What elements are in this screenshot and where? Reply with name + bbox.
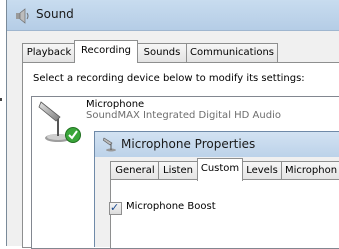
instruction-text: Select a recording device below to modif… (33, 73, 305, 84)
dialog-title: Microphone Properties (121, 137, 256, 151)
microphone-icon (38, 98, 84, 148)
device-name: Microphone (86, 99, 145, 110)
tab-microphone[interactable]: Microphon (281, 161, 339, 179)
microphone-boost-checkbox[interactable]: ✓ (109, 201, 122, 215)
dialog-titlebar[interactable]: Microphone Properties (95, 132, 339, 157)
microphone-boost-label[interactable]: Microphone Boost (126, 201, 216, 212)
sound-titlebar[interactable]: Sound (7, 0, 339, 31)
tab-recording[interactable]: Recording (74, 40, 138, 63)
tab-sounds[interactable]: Sounds (137, 43, 187, 62)
custom-panel (110, 179, 339, 248)
device-description: SoundMAX Integrated Digital HD Audio (86, 110, 281, 121)
window-title: Sound (36, 7, 74, 21)
checkmark-icon: ✓ (110, 201, 120, 214)
tab-listen[interactable]: Listen (158, 161, 198, 180)
microphone-icon (102, 137, 117, 152)
microphone-properties-dialog: Microphone Properties General Listen Cus… (94, 131, 339, 248)
tab-levels[interactable]: Levels (242, 161, 282, 180)
tab-general[interactable]: General (110, 161, 160, 180)
tab-custom[interactable]: Custom (197, 158, 243, 181)
tab-playback[interactable]: Playback (22, 43, 76, 62)
desktop-edge-mark (0, 98, 2, 101)
tab-communications[interactable]: Communications (186, 43, 278, 62)
speaker-icon (15, 8, 31, 24)
